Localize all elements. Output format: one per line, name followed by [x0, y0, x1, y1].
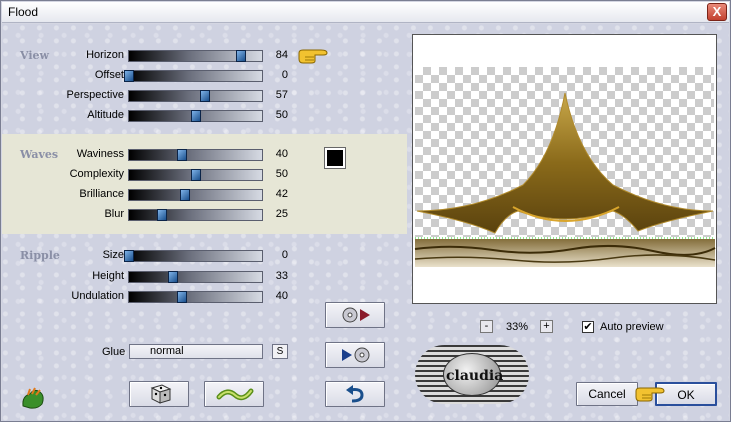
close-button[interactable]: X	[707, 3, 727, 21]
hand-pointer-icon	[298, 49, 328, 64]
wave-icon	[216, 388, 254, 401]
slider-thumb[interactable]	[190, 110, 201, 122]
slider-thumb[interactable]	[124, 250, 134, 262]
complexity-slider[interactable]	[128, 169, 263, 181]
logo-text: claudia	[446, 368, 504, 384]
load-preset-button[interactable]	[325, 302, 385, 328]
claudia-logo: claudia	[415, 345, 529, 404]
slider-label: Blur	[104, 208, 124, 220]
slider-thumb[interactable]	[177, 149, 188, 161]
zoom-out-button[interactable]: -	[480, 320, 493, 333]
plugin-logo-icon[interactable]	[20, 386, 46, 410]
auto-preview-checkbox[interactable]: ✔	[582, 321, 594, 333]
slider-value[interactable]: 33	[272, 270, 288, 282]
perspective-slider[interactable]	[128, 90, 263, 102]
horizon-slider[interactable]	[128, 50, 263, 62]
slider-label: Horizon	[86, 49, 124, 61]
randomize-button[interactable]	[129, 381, 189, 407]
slider-value[interactable]: 50	[272, 109, 288, 121]
waviness-slider[interactable]	[128, 149, 263, 161]
glue-select[interactable]: normal	[129, 344, 263, 359]
slider-value[interactable]: 84	[272, 49, 288, 61]
cd-play-icon	[342, 307, 370, 323]
slider-label: Size	[102, 249, 124, 261]
slider-thumb[interactable]	[157, 209, 168, 221]
hand-pointer-icon	[635, 387, 665, 402]
slider-thumb[interactable]	[190, 169, 201, 181]
slider-value[interactable]: 57	[272, 89, 288, 101]
reset-button[interactable]	[325, 381, 385, 407]
undo-icon	[346, 385, 364, 403]
altitude-slider[interactable]	[128, 110, 263, 122]
slider-value[interactable]: 0	[272, 69, 288, 81]
slider-row-altitude: Altitude 50	[2, 109, 407, 123]
slider-row-height: Height 33	[2, 270, 407, 284]
slider-value[interactable]: 42	[272, 188, 288, 200]
slider-thumb[interactable]	[124, 70, 134, 82]
brilliance-slider[interactable]	[128, 189, 263, 201]
size-slider[interactable]	[124, 250, 263, 262]
preview-pane	[412, 34, 717, 304]
zoom-level: 33%	[506, 321, 529, 333]
slider-value[interactable]: 50	[272, 168, 288, 180]
glue-label: Glue	[102, 346, 126, 358]
slider-row-complexity: Complexity 50	[2, 168, 407, 182]
cancel-button[interactable]: Cancel	[576, 382, 638, 406]
preview-image	[414, 92, 716, 267]
slider-label: Altitude	[87, 109, 124, 121]
slider-thumb[interactable]	[235, 50, 246, 62]
slider-row-brilliance: Brilliance 42	[2, 188, 407, 202]
slider-value[interactable]: 25	[272, 208, 288, 220]
dialog-body: View Waves Ripple Horizon 84 Offset 0 Pe…	[2, 24, 729, 421]
slider-value[interactable]: 0	[272, 249, 288, 261]
blur-slider[interactable]	[128, 209, 263, 221]
slider-label: Perspective	[66, 89, 124, 101]
offset-slider[interactable]	[124, 70, 263, 82]
slider-row-perspective: Perspective 57	[2, 89, 407, 103]
window-title: Flood	[8, 5, 39, 19]
slider-label: Offset	[94, 69, 124, 81]
zoom-in-button[interactable]: +	[540, 320, 553, 333]
slider-row-size: Size 0	[2, 249, 407, 263]
slider-row-offset: Offset 0	[2, 69, 407, 83]
slider-label: Waviness	[76, 148, 124, 160]
flood-dialog: Flood X View Waves Ripple Horizon 84 Off…	[0, 0, 731, 422]
slider-value[interactable]: 40	[272, 290, 288, 302]
save-preset-button[interactable]	[325, 342, 385, 368]
auto-preview-label: Auto preview	[600, 321, 664, 333]
slider-thumb[interactable]	[167, 271, 178, 283]
undulation-slider[interactable]	[128, 291, 263, 303]
slider-row-blur: Blur 25	[2, 208, 407, 222]
wave-preset-button[interactable]	[204, 381, 264, 407]
slider-row-horizon: Horizon 84	[2, 49, 407, 63]
slider-thumb[interactable]	[177, 291, 188, 303]
glue-s-button[interactable]: S	[272, 344, 288, 359]
play-cd-icon	[342, 347, 370, 363]
slider-label: Complexity	[69, 168, 124, 180]
title-bar: Flood X	[2, 2, 729, 23]
slider-value[interactable]: 40	[272, 148, 288, 160]
slider-thumb[interactable]	[179, 189, 190, 201]
slider-row-waviness: Waviness 40	[2, 148, 407, 162]
dice-icon	[150, 384, 172, 404]
wave-color-swatch[interactable]	[324, 147, 346, 169]
slider-thumb[interactable]	[199, 90, 210, 102]
height-slider[interactable]	[128, 271, 263, 283]
slider-label: Height	[92, 270, 124, 282]
slider-label: Brilliance	[79, 188, 124, 200]
slider-label: Undulation	[71, 290, 124, 302]
